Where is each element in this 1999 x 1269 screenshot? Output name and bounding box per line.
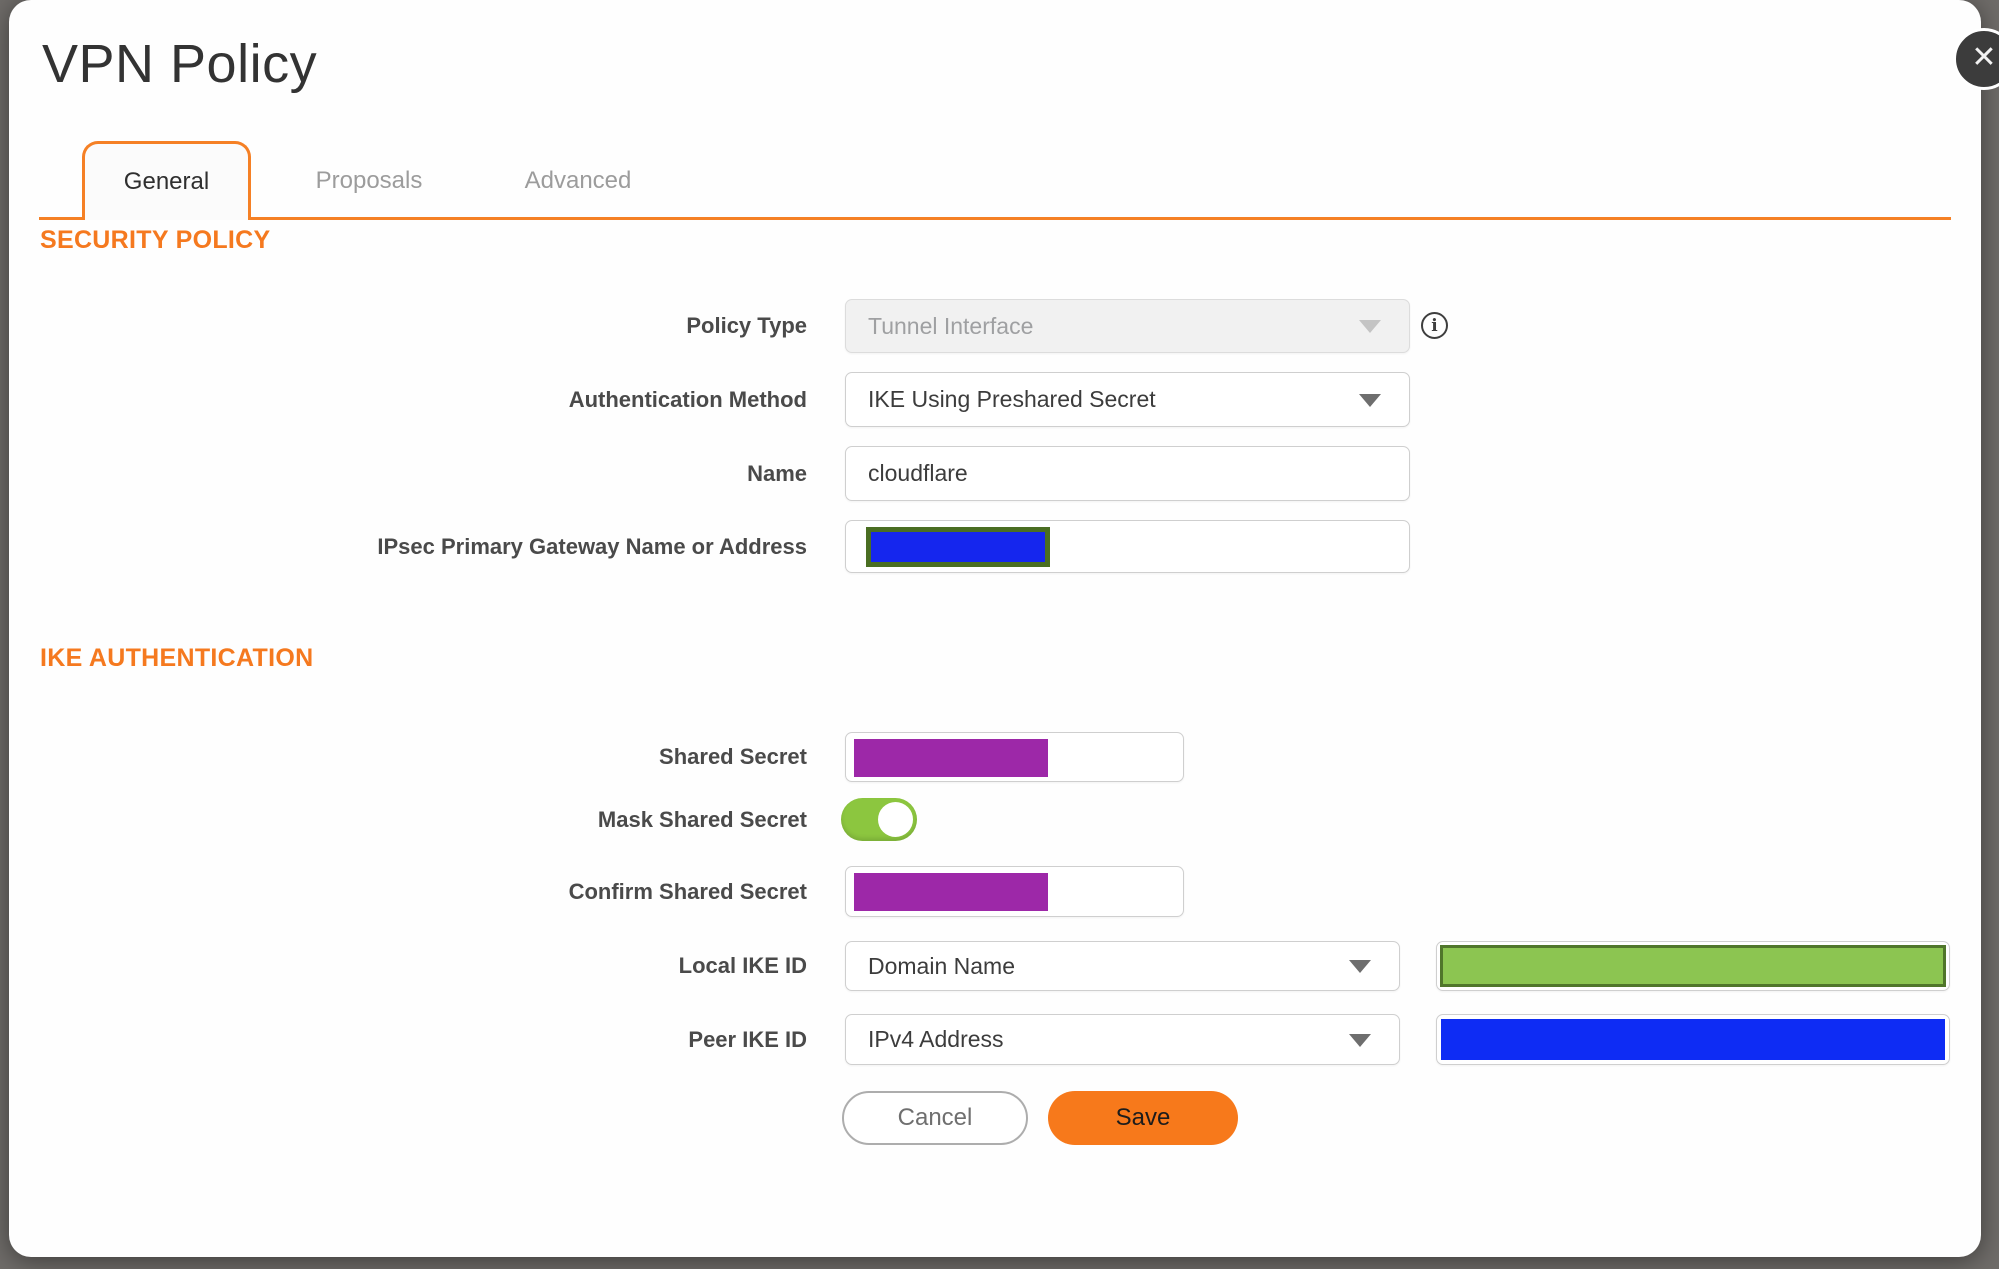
name-input[interactable]: cloudflare (845, 446, 1410, 501)
tab-general[interactable]: General (82, 141, 251, 220)
tab-proposals[interactable]: Proposals (259, 141, 479, 220)
page-title: VPN Policy (42, 34, 318, 94)
name-value: cloudflare (868, 460, 968, 486)
info-icon[interactable]: i (1421, 312, 1448, 339)
gateway-label: IPsec Primary Gateway Name or Address (377, 533, 807, 559)
peer-ike-id-value-input[interactable] (1436, 1014, 1950, 1065)
close-glyph: ✕ (1971, 41, 1997, 74)
peer-ike-id-type-select[interactable]: IPv4 Address (845, 1014, 1400, 1065)
mask-shared-secret-toggle[interactable] (841, 798, 917, 841)
auth-method-value: IKE Using Preshared Secret (868, 386, 1156, 412)
peer-ike-id-type-value: IPv4 Address (868, 1026, 1004, 1052)
shared-secret-input[interactable] (845, 732, 1184, 782)
tab-general-label: General (123, 168, 210, 195)
confirm-shared-secret-redaction (854, 873, 1048, 911)
dropdown-arrow-icon (1359, 320, 1381, 333)
dropdown-arrow-icon (1349, 960, 1371, 973)
policy-type-label: Policy Type (686, 313, 807, 338)
cancel-button-label: Cancel (897, 1104, 973, 1131)
gateway-input[interactable] (845, 520, 1410, 573)
toggle-knob (878, 802, 913, 837)
auth-method-select[interactable]: IKE Using Preshared Secret (845, 372, 1410, 427)
local-ike-id-redaction (1440, 945, 1946, 987)
section-security-policy: SECURITY POLICY (40, 226, 271, 254)
save-button[interactable]: Save (1048, 1091, 1238, 1145)
confirm-shared-secret-label: Confirm Shared Secret (568, 878, 807, 904)
local-ike-id-value-input[interactable] (1436, 941, 1950, 991)
gateway-redaction (866, 527, 1050, 567)
local-ike-id-type-select[interactable]: Domain Name (845, 941, 1400, 991)
policy-type-value: Tunnel Interface (868, 312, 1034, 339)
confirm-shared-secret-input[interactable] (845, 866, 1184, 917)
local-ike-id-type-value: Domain Name (868, 952, 1015, 979)
peer-ike-id-label: Peer IKE ID (688, 1026, 807, 1052)
auth-method-label: Authentication Method (568, 386, 807, 412)
name-label: Name (747, 460, 807, 486)
tab-advanced-label: Advanced (524, 166, 632, 194)
cancel-button[interactable]: Cancel (842, 1091, 1028, 1145)
section-ike-authentication: IKE AUTHENTICATION (40, 644, 314, 672)
tab-advanced[interactable]: Advanced (468, 141, 688, 220)
screen: VPN Policy General Proposals Advanced SE… (0, 0, 1999, 1269)
local-ike-id-label: Local IKE ID (678, 953, 807, 978)
mask-shared-secret-label: Mask Shared Secret (597, 806, 807, 832)
policy-type-select: Tunnel Interface (845, 299, 1410, 353)
save-button-label: Save (1115, 1104, 1171, 1131)
shared-secret-label: Shared Secret (659, 744, 807, 769)
peer-ike-id-redaction (1441, 1019, 1945, 1060)
tab-proposals-label: Proposals (315, 166, 423, 194)
dropdown-arrow-icon (1349, 1033, 1371, 1047)
info-icon-glyph: i (1431, 315, 1438, 336)
shared-secret-redaction (854, 739, 1048, 777)
dropdown-arrow-icon (1359, 393, 1381, 407)
vpn-policy-dialog: VPN Policy General Proposals Advanced SE… (9, 0, 1981, 1257)
